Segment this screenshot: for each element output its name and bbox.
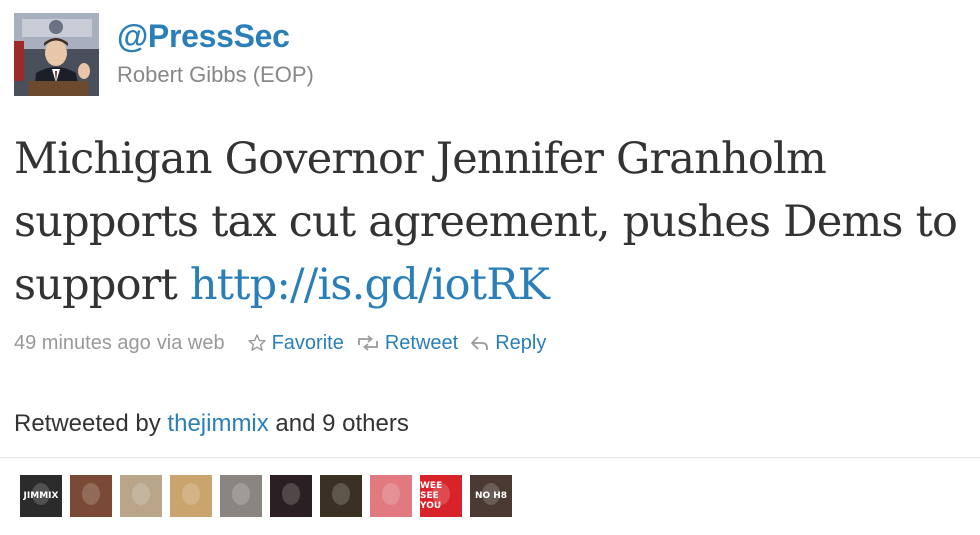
retweeter-avatar[interactable] (370, 475, 412, 517)
tweet-text: Michigan Governor Jennifer Granholm supp… (14, 128, 964, 317)
retweeter-avatar[interactable]: JIMMIX (20, 475, 62, 517)
retweeter-avatars: JIMMIX WEE SEE YOU NO H8 (20, 475, 512, 517)
timestamp[interactable]: 49 minutes ago (14, 329, 151, 357)
retweeter-avatar-text: WEE SEE YOU (420, 481, 443, 511)
retweeter-avatar-text: NO H8 (474, 491, 508, 501)
retweeter-avatar[interactable] (170, 475, 212, 517)
man-portrait-icon (332, 483, 350, 505)
reply-arrow-icon (471, 336, 489, 350)
retweeter-avatar[interactable] (70, 475, 112, 517)
tweet-meta: 49 minutes ago via web Favorite Retweet … (14, 329, 546, 357)
retweet-icon (357, 335, 378, 351)
retweet-button[interactable]: Retweet (356, 329, 458, 357)
favorite-label: Favorite (271, 332, 344, 354)
tweet-link[interactable]: http://is.gd/iotRK (190, 260, 550, 310)
retweeter-avatar-text: JIMMIX (23, 491, 59, 501)
retweeter-avatar[interactable]: NO H8 (470, 475, 512, 517)
profile-name: Robert Gibbs (EOP) (117, 62, 314, 87)
retweeted-by-prefix: Retweeted by (14, 410, 168, 437)
reply-button[interactable]: Reply (470, 329, 546, 357)
favorite-button[interactable]: Favorite (247, 329, 344, 357)
retweeter-avatar[interactable] (320, 475, 362, 517)
retweeter-avatar[interactable] (270, 475, 312, 517)
gray-photo-icon (232, 483, 250, 505)
pink-photo-icon (382, 483, 400, 505)
beige-photo-icon (132, 483, 150, 505)
star-icon (247, 334, 266, 351)
reply-label: Reply (495, 332, 547, 354)
profile-avatar[interactable] (14, 13, 99, 96)
tan-photo-icon (182, 483, 200, 505)
retweeter-avatar[interactable]: WEE SEE YOU (420, 475, 462, 517)
retweeted-by: Retweeted by thejimmix and 9 others (14, 408, 409, 440)
retweeter-link[interactable]: thejimmix (167, 410, 268, 437)
retweet-label: Retweet (384, 332, 459, 354)
press-briefing-photo-icon (14, 13, 99, 96)
retweeted-by-suffix: and 9 others (268, 410, 409, 437)
retweeter-avatar[interactable] (120, 475, 162, 517)
retweeter-avatar[interactable] (220, 475, 262, 517)
dark-photo-icon (282, 483, 300, 505)
tweet-source: via web (156, 332, 225, 354)
woman-portrait-icon (82, 483, 100, 505)
profile-handle[interactable]: @PressSec (117, 18, 290, 54)
divider (0, 457, 980, 458)
